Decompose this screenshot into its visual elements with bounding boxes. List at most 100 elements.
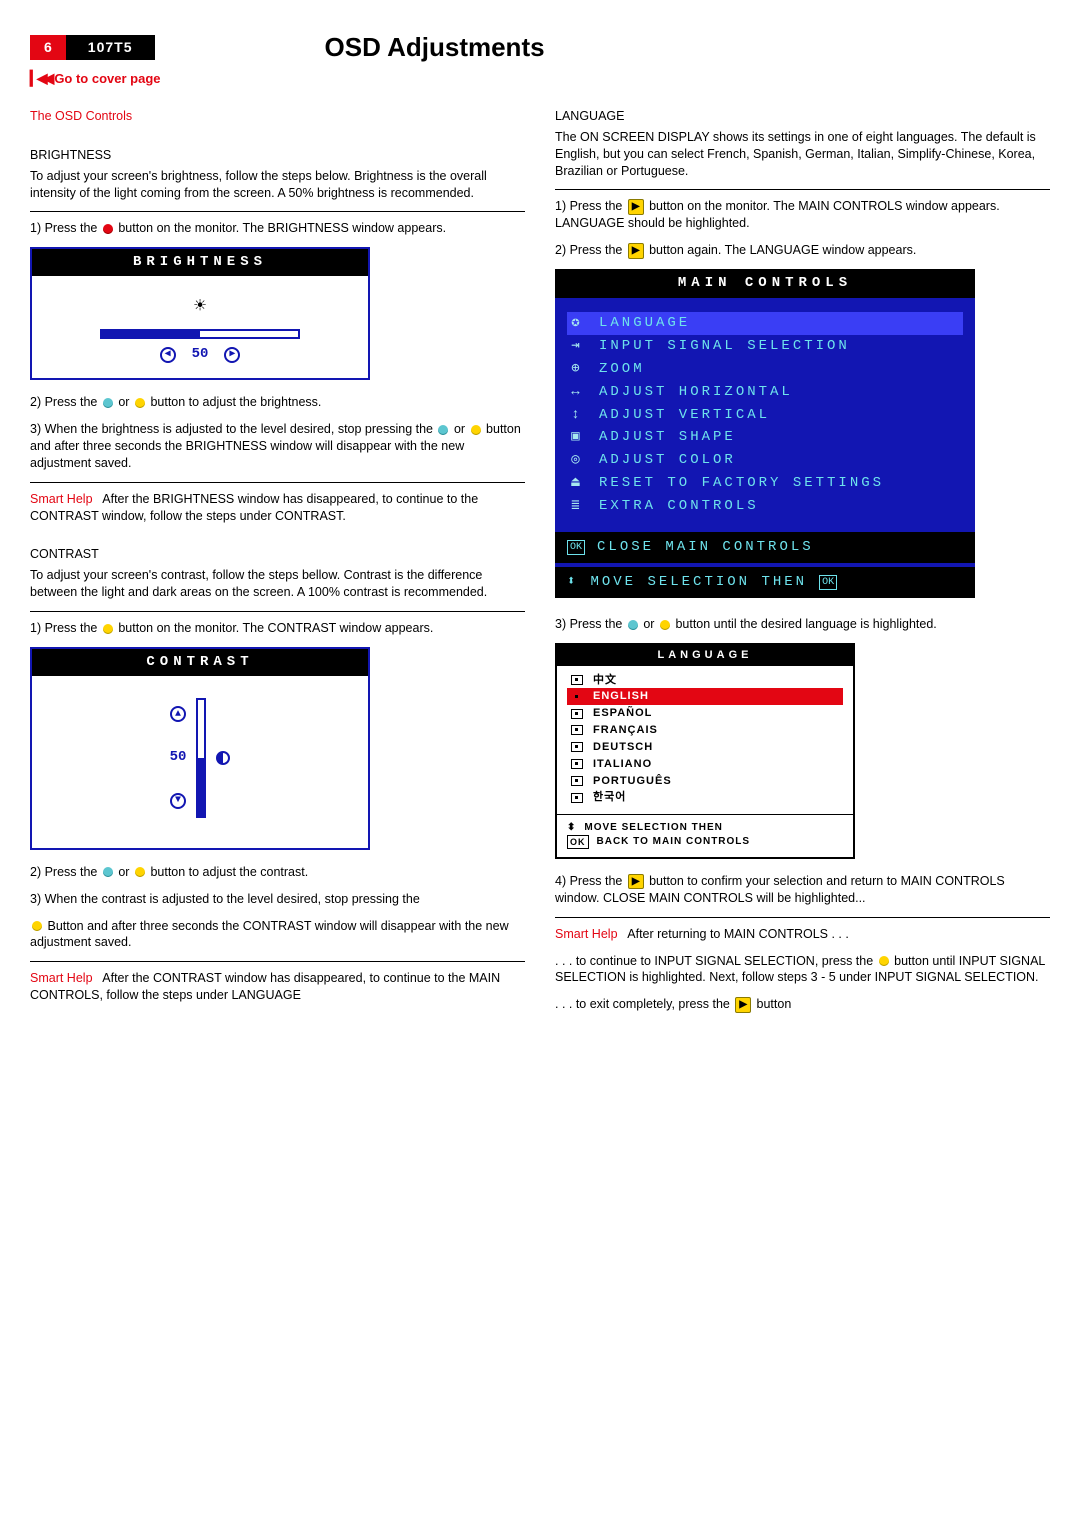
button-dot-red-icon xyxy=(103,224,113,234)
left-column: The OSD Controls BRIGHTNESS To adjust yo… xyxy=(30,108,525,1023)
language-osd-panel: LANGUAGE 中文 ENGLISH ESPAÑOL FRANÇAIS DEU… xyxy=(555,643,855,859)
ok-button-icon: ▶ xyxy=(735,997,751,1013)
menu-item-language: ✪LANGUAGE xyxy=(567,312,963,335)
contrast-step2: 2) Press the or button to adjust the con… xyxy=(30,864,525,881)
main-controls-panel: MAIN CONTROLS ✪LANGUAGE ⇥INPUT SIGNAL SE… xyxy=(555,269,975,598)
flag-icon xyxy=(571,742,583,752)
lang-option-ko: 한국어 xyxy=(567,789,843,806)
language-step1: 1) Press the ▶ button on the monitor. Th… xyxy=(555,198,1050,232)
divider xyxy=(30,211,525,212)
contrast-slider xyxy=(196,698,206,818)
language-step2: 2) Press the ▶ button again. The LANGUAG… xyxy=(555,242,1050,259)
menu-item-reset: ⏏RESET TO FACTORY SETTINGS xyxy=(567,472,963,495)
shape-icon: ▣ xyxy=(567,428,587,447)
right-column: LANGUAGE The ON SCREEN DISPLAY shows its… xyxy=(555,108,1050,1023)
brightness-slider xyxy=(100,329,300,339)
contrast-osd-panel: CONTRAST ▲ 50 ▼ xyxy=(30,647,370,850)
language-step3: 3) Press the or button until the desired… xyxy=(555,616,1050,633)
flag-icon xyxy=(571,793,583,803)
reset-icon: ⏏ xyxy=(567,474,587,493)
flag-icon xyxy=(571,759,583,769)
menu-item-input-signal: ⇥INPUT SIGNAL SELECTION xyxy=(567,335,963,358)
menu-item-extra: ≣EXTRA CONTROLS xyxy=(567,495,963,518)
menu-item-adjust-color: ◎ADJUST COLOR xyxy=(567,449,963,472)
up-down-arrow-icon: ⬍ xyxy=(567,573,578,592)
page-title: OSD Adjustments xyxy=(325,30,545,65)
language-continue-1: . . . to continue to INPUT SIGNAL SELECT… xyxy=(555,953,1050,987)
right-arrow-icon: ▶ xyxy=(224,347,240,363)
down-arrow-icon: ▼ xyxy=(170,793,186,809)
zoom-icon: ⊕ xyxy=(567,360,587,379)
horizontal-icon: ↔ xyxy=(567,383,587,402)
menu-item-adjust-shape: ▣ADJUST SHAPE xyxy=(567,426,963,449)
brightness-step2: 2) Press the or button to adjust the bri… xyxy=(30,394,525,411)
page-number-badge: 6 xyxy=(30,35,66,60)
divider xyxy=(30,611,525,612)
ok-button-icon: ▶ xyxy=(628,243,644,259)
language-continue-2: . . . to exit completely, press the ▶ bu… xyxy=(555,996,1050,1013)
contrast-smart-help: Smart Help After the CONTRAST window has… xyxy=(30,970,525,1004)
left-arrow-icon: ◀ xyxy=(160,347,176,363)
brightness-intro: To adjust your screen's brightness, foll… xyxy=(30,168,525,202)
language-panel-footer: ⬍MOVE SELECTION THEN OKBACK TO MAIN CONT… xyxy=(557,814,853,857)
language-smart-help: Smart Help After returning to MAIN CONTR… xyxy=(555,926,1050,943)
up-down-arrow-icon: ⬍ xyxy=(567,821,576,835)
close-main-controls-row: OK CLOSE MAIN CONTROLS xyxy=(555,532,975,563)
ok-icon: OK xyxy=(819,575,837,591)
button-dot-yellow-icon xyxy=(135,398,145,408)
contrast-intro: To adjust your screen's contrast, follow… xyxy=(30,567,525,601)
language-panel-title: LANGUAGE xyxy=(557,645,853,666)
brightness-step1: 1) Press the button on the monitor. The … xyxy=(30,220,525,237)
flag-icon xyxy=(571,709,583,719)
contrast-step1: 1) Press the button on the monitor. The … xyxy=(30,620,525,637)
contrast-icon xyxy=(216,751,230,765)
osd-controls-heading: The OSD Controls xyxy=(30,108,525,125)
button-dot-cyan-icon xyxy=(628,620,638,630)
flag-icon xyxy=(571,675,583,685)
language-step4: 4) Press the ▶ button to confirm your se… xyxy=(555,873,1050,907)
go-to-cover-link[interactable]: ▎◀◀ Go to cover page xyxy=(30,69,1050,88)
button-dot-cyan-icon xyxy=(103,867,113,877)
button-dot-yellow-icon xyxy=(32,921,42,931)
menu-item-adjust-vertical: ↕ADJUST VERTICAL xyxy=(567,404,963,427)
ok-button-icon: ▶ xyxy=(628,199,644,215)
button-dot-yellow-icon xyxy=(103,624,113,634)
divider xyxy=(555,917,1050,918)
flag-icon xyxy=(571,776,583,786)
contrast-step3b: Button and after three seconds the CONTR… xyxy=(30,918,525,952)
up-arrow-icon: ▲ xyxy=(170,706,186,722)
contrast-panel-title: CONTRAST xyxy=(32,649,368,676)
button-dot-yellow-icon xyxy=(879,956,889,966)
lang-option-fr: FRANÇAIS xyxy=(567,722,843,739)
lang-option-zh: 中文 xyxy=(567,672,843,689)
divider xyxy=(555,189,1050,190)
button-dot-yellow-icon xyxy=(660,620,670,630)
menu-item-adjust-horizontal: ↔ADJUST HORIZONTAL xyxy=(567,381,963,404)
lang-option-pt: PORTUGUÊS xyxy=(567,773,843,790)
brightness-value: 50 xyxy=(192,345,209,364)
page-header: 6 107T5 OSD Adjustments xyxy=(30,30,1050,65)
input-icon: ⇥ xyxy=(567,337,587,356)
button-dot-cyan-icon xyxy=(438,425,448,435)
main-controls-title: MAIN CONTROLS xyxy=(555,269,975,298)
button-dot-cyan-icon xyxy=(103,398,113,408)
flag-icon xyxy=(571,725,583,735)
ok-button-icon: ▶ xyxy=(628,874,644,890)
lang-option-es: ESPAÑOL xyxy=(567,705,843,722)
contrast-value: 50 xyxy=(170,748,187,767)
language-heading: LANGUAGE xyxy=(555,108,1050,125)
sun-icon: ☀ xyxy=(42,294,358,321)
button-dot-yellow-icon xyxy=(135,867,145,877)
divider xyxy=(30,482,525,483)
move-selection-row: ⬍ MOVE SELECTION THEN OK xyxy=(555,567,975,598)
brightness-panel-title: BRIGHTNESS xyxy=(32,249,368,276)
brightness-smart-help: Smart Help After the BRIGHTNESS window h… xyxy=(30,491,525,525)
ok-icon: OK xyxy=(567,540,585,556)
model-badge: 107T5 xyxy=(66,35,155,60)
divider xyxy=(30,961,525,962)
color-icon: ◎ xyxy=(567,451,587,470)
lang-option-it: ITALIANO xyxy=(567,756,843,773)
language-intro: The ON SCREEN DISPLAY shows its settings… xyxy=(555,129,1050,180)
brightness-heading: BRIGHTNESS xyxy=(30,147,525,164)
brightness-step3: 3) When the brightness is adjusted to th… xyxy=(30,421,525,472)
